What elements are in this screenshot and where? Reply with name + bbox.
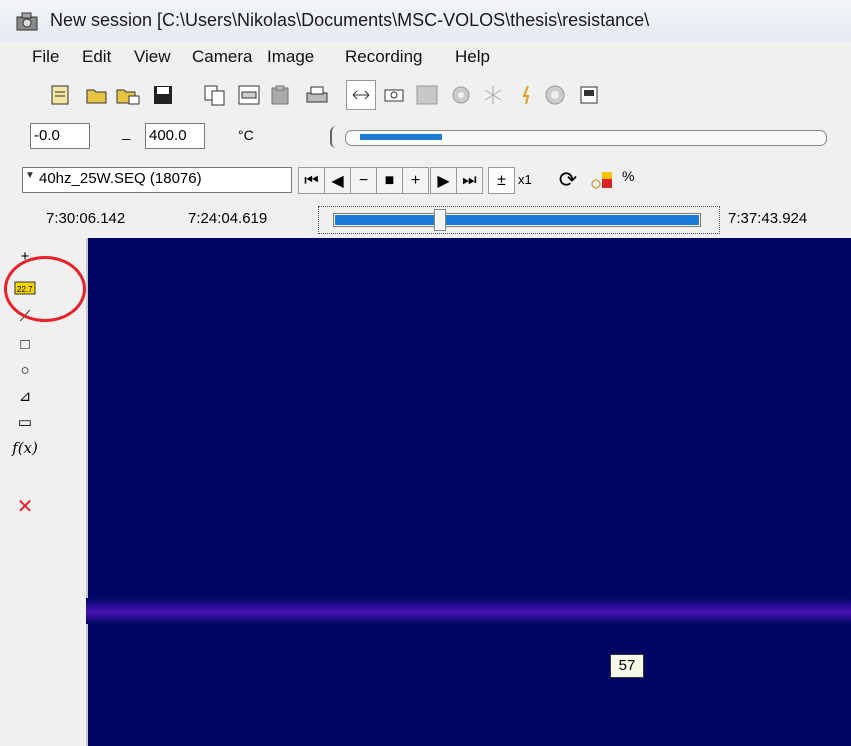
time-bar: 7:30:06.142 7:24:04.619 7:37:43.924 [0, 202, 851, 238]
title-bar: New session [C:\Users\Nikolas\Documents\… [0, 0, 851, 42]
range-dash: _ [122, 124, 131, 141]
snowflake-icon[interactable] [478, 80, 508, 110]
copy-icon[interactable] [200, 80, 230, 110]
stop-button[interactable]: ■ [376, 167, 403, 194]
slower-button[interactable]: − [350, 167, 377, 194]
polygon-tool-icon[interactable]: ⊿ [12, 384, 38, 408]
previous-frame-button[interactable]: ◀ [324, 167, 351, 194]
first-frame-button[interactable]: ⏮ [298, 167, 325, 194]
menu-bar: File Edit View Camera Image Recording He… [0, 42, 851, 72]
menu-view[interactable]: View [134, 47, 171, 67]
menu-help[interactable]: Help [455, 47, 490, 67]
range-slider-fill [360, 134, 442, 140]
start-time: 7:24:04.619 [188, 210, 268, 227]
range-min-field[interactable]: -0.0 [30, 123, 90, 149]
menu-recording[interactable]: Recording [345, 47, 423, 67]
rectangle-tool-icon[interactable]: □ [12, 332, 38, 356]
range-slider-left-handle[interactable] [330, 126, 342, 148]
percent-icon[interactable]: % [622, 168, 646, 192]
timeline-slider[interactable] [318, 206, 720, 234]
play-button[interactable]: ▶ [430, 167, 457, 194]
menu-file[interactable]: File [32, 47, 59, 67]
open-image-icon[interactable] [113, 80, 143, 110]
playback-bar: ▼ 40hz_25W.SEQ (18076) ⏮ ◀ − ■ + ▶ ⏭ ± x… [0, 158, 851, 202]
paste-icon[interactable] [266, 80, 296, 110]
menu-edit[interactable]: Edit [82, 47, 111, 67]
speed-value: x1 [518, 172, 532, 187]
annotation-circle [4, 256, 86, 322]
temperature-range-bar: -0.0 _ 400.0 °C [0, 118, 851, 158]
print-icon[interactable] [302, 80, 332, 110]
thermal-image-view[interactable] [86, 238, 851, 746]
new-file-icon[interactable] [45, 80, 75, 110]
flash-icon[interactable] [512, 80, 542, 110]
open-folder-icon[interactable] [82, 80, 112, 110]
menu-camera[interactable]: Camera [192, 47, 252, 67]
end-time: 7:37:43.924 [728, 210, 808, 227]
main-toolbar [0, 72, 851, 118]
window-title: New session [C:\Users\Nikolas\Documents\… [50, 10, 650, 30]
sequence-select[interactable]: ▼ 40hz_25W.SEQ (18076) [22, 167, 292, 193]
app-camera-icon [16, 12, 38, 31]
timeline-thumb[interactable] [433, 209, 446, 231]
faster-button[interactable]: + [402, 167, 429, 194]
camera-view-icon[interactable] [380, 80, 410, 110]
image-grey-icon[interactable] [412, 80, 442, 110]
loop-icon[interactable]: ⟳ [556, 167, 580, 192]
spot-temperature-label[interactable]: 57 [610, 654, 644, 678]
timeline-fill [335, 215, 699, 225]
chevron-down-icon: ▼ [25, 170, 35, 181]
panel-icon[interactable] [574, 80, 604, 110]
copy-values-icon[interactable] [234, 80, 264, 110]
range-max-field[interactable]: 400.0 [145, 123, 205, 149]
unit-label: °C [238, 127, 254, 143]
menu-image[interactable]: Image [267, 47, 314, 67]
sequence-name: 40hz_25W.SEQ (18076) [39, 170, 202, 187]
save-icon[interactable] [148, 80, 178, 110]
isotherm-tool-icon[interactable]: ▭ [12, 410, 38, 434]
disc-icon[interactable] [540, 80, 570, 110]
gear-icon[interactable] [446, 80, 476, 110]
last-frame-button[interactable]: ⏭ [456, 167, 483, 194]
delete-tool-icon[interactable]: ✕ [12, 494, 38, 518]
ellipse-tool-icon[interactable]: ○ [12, 358, 38, 382]
lock-palette-icon[interactable] [590, 168, 616, 192]
formula-tool-icon[interactable]: f(x) [12, 436, 38, 460]
heat-stripe [86, 598, 851, 624]
fit-view-icon[interactable] [346, 80, 376, 110]
speed-spinner-icon[interactable]: ± [488, 167, 515, 194]
current-time: 7:30:06.142 [46, 210, 126, 227]
